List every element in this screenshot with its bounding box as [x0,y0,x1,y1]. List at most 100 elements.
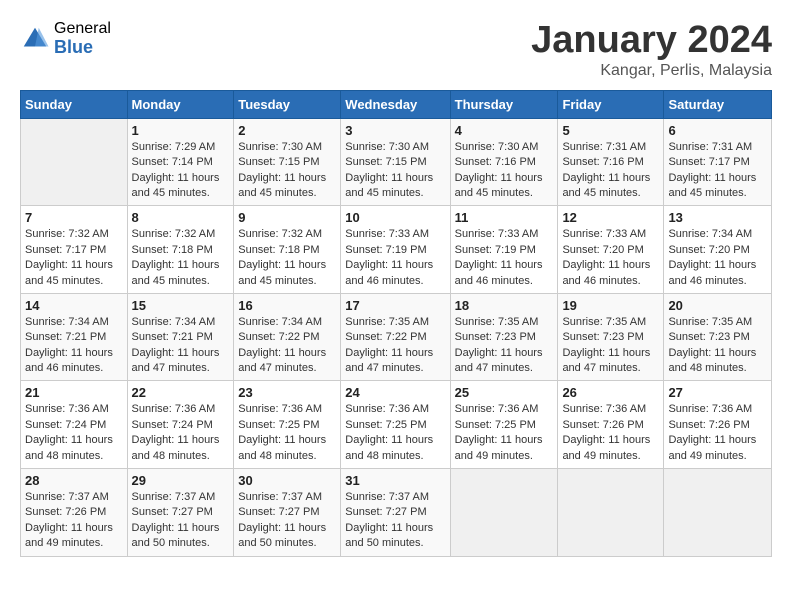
day-info: Sunrise: 7:32 AM Sunset: 7:18 PM Dayligh… [238,227,336,289]
day-info: Sunrise: 7:34 AM Sunset: 7:21 PM Dayligh… [132,315,230,377]
day-info: Sunrise: 7:36 AM Sunset: 7:25 PM Dayligh… [345,402,445,464]
day-cell: 1 Sunrise: 7:29 AM Sunset: 7:14 PM Daylig… [127,118,234,206]
day-number: 29 [132,473,230,488]
week-row-3: 14 Sunrise: 7:34 AM Sunset: 7:21 PM Dayli… [21,293,772,381]
day-cell: 25 Sunrise: 7:36 AM Sunset: 7:25 PM Dayli… [450,381,558,469]
day-info: Sunrise: 7:34 AM Sunset: 7:20 PM Dayligh… [668,227,767,289]
day-info: Sunrise: 7:37 AM Sunset: 7:27 PM Dayligh… [345,490,445,552]
day-cell: 7 Sunrise: 7:32 AM Sunset: 7:17 PM Daylig… [21,206,128,294]
week-row-4: 21 Sunrise: 7:36 AM Sunset: 7:24 PM Dayli… [21,381,772,469]
col-header-friday: Friday [558,90,664,118]
day-cell [450,469,558,557]
day-cell: 14 Sunrise: 7:34 AM Sunset: 7:21 PM Dayli… [21,293,128,381]
day-cell: 20 Sunrise: 7:35 AM Sunset: 7:23 PM Dayli… [664,293,772,381]
day-number: 12 [562,210,659,225]
day-cell [558,469,664,557]
day-number: 9 [238,210,336,225]
day-number: 2 [238,123,336,138]
day-info: Sunrise: 7:35 AM Sunset: 7:23 PM Dayligh… [455,315,554,377]
day-number: 8 [132,210,230,225]
column-headers: SundayMondayTuesdayWednesdayThursdayFrid… [21,90,772,118]
day-info: Sunrise: 7:36 AM Sunset: 7:24 PM Dayligh… [25,402,123,464]
day-cell [664,469,772,557]
day-cell: 6 Sunrise: 7:31 AM Sunset: 7:17 PM Daylig… [664,118,772,206]
day-cell: 31Sunrise: 7:37 AM Sunset: 7:27 PM Dayli… [341,469,450,557]
logo: General Blue [20,20,111,57]
day-info: Sunrise: 7:30 AM Sunset: 7:15 PM Dayligh… [238,140,336,202]
calendar-subtitle: Kangar, Perlis, Malaysia [531,62,772,80]
day-cell: 12Sunrise: 7:33 AM Sunset: 7:20 PM Dayli… [558,206,664,294]
col-header-thursday: Thursday [450,90,558,118]
day-number: 22 [132,385,230,400]
week-row-5: 28 Sunrise: 7:37 AM Sunset: 7:26 PM Dayli… [21,469,772,557]
day-info: Sunrise: 7:36 AM Sunset: 7:25 PM Dayligh… [238,402,336,464]
day-number: 27 [668,385,767,400]
day-cell: 10Sunrise: 7:33 AM Sunset: 7:19 PM Dayli… [341,206,450,294]
day-cell: 23 Sunrise: 7:36 AM Sunset: 7:25 PM Dayli… [234,381,341,469]
day-number: 4 [455,123,554,138]
day-cell: 26 Sunrise: 7:36 AM Sunset: 7:26 PM Dayli… [558,381,664,469]
page-header: General Blue January 2024 Kangar, Perlis… [20,20,772,80]
day-number: 20 [668,298,767,313]
day-info: Sunrise: 7:32 AM Sunset: 7:17 PM Dayligh… [25,227,123,289]
day-info: Sunrise: 7:33 AM Sunset: 7:19 PM Dayligh… [455,227,554,289]
day-cell: 19 Sunrise: 7:35 AM Sunset: 7:23 PM Dayli… [558,293,664,381]
day-info: Sunrise: 7:31 AM Sunset: 7:17 PM Dayligh… [668,140,767,202]
day-number: 14 [25,298,123,313]
day-info: Sunrise: 7:36 AM Sunset: 7:26 PM Dayligh… [562,402,659,464]
calendar-body: 1 Sunrise: 7:29 AM Sunset: 7:14 PM Daylig… [21,118,772,556]
day-info: Sunrise: 7:32 AM Sunset: 7:18 PM Dayligh… [132,227,230,289]
day-number: 19 [562,298,659,313]
day-cell: 11Sunrise: 7:33 AM Sunset: 7:19 PM Dayli… [450,206,558,294]
day-cell: 22 Sunrise: 7:36 AM Sunset: 7:24 PM Dayli… [127,381,234,469]
col-header-wednesday: Wednesday [341,90,450,118]
day-number: 6 [668,123,767,138]
day-number: 18 [455,298,554,313]
day-number: 16 [238,298,336,313]
day-number: 17 [345,298,445,313]
day-info: Sunrise: 7:31 AM Sunset: 7:16 PM Dayligh… [562,140,659,202]
day-info: Sunrise: 7:37 AM Sunset: 7:27 PM Dayligh… [132,490,230,552]
day-info: Sunrise: 7:35 AM Sunset: 7:23 PM Dayligh… [562,315,659,377]
day-number: 15 [132,298,230,313]
title-block: January 2024 Kangar, Perlis, Malaysia [531,20,772,80]
day-cell: 29 Sunrise: 7:37 AM Sunset: 7:27 PM Dayli… [127,469,234,557]
logo-general: General [54,20,111,38]
day-cell: 17 Sunrise: 7:35 AM Sunset: 7:22 PM Dayli… [341,293,450,381]
calendar-table: SundayMondayTuesdayWednesdayThursdayFrid… [20,90,772,557]
day-number: 26 [562,385,659,400]
day-number: 5 [562,123,659,138]
col-header-tuesday: Tuesday [234,90,341,118]
day-number: 23 [238,385,336,400]
day-number: 7 [25,210,123,225]
day-cell: 30Sunrise: 7:37 AM Sunset: 7:27 PM Dayli… [234,469,341,557]
day-number: 28 [25,473,123,488]
day-cell: 4Sunrise: 7:30 AM Sunset: 7:16 PM Daylig… [450,118,558,206]
logo-icon [20,24,50,54]
day-number: 21 [25,385,123,400]
day-info: Sunrise: 7:35 AM Sunset: 7:23 PM Dayligh… [668,315,767,377]
day-info: Sunrise: 7:34 AM Sunset: 7:21 PM Dayligh… [25,315,123,377]
day-number: 25 [455,385,554,400]
day-info: Sunrise: 7:35 AM Sunset: 7:22 PM Dayligh… [345,315,445,377]
day-cell: 9 Sunrise: 7:32 AM Sunset: 7:18 PM Daylig… [234,206,341,294]
day-cell: 8 Sunrise: 7:32 AM Sunset: 7:18 PM Daylig… [127,206,234,294]
day-info: Sunrise: 7:29 AM Sunset: 7:14 PM Dayligh… [132,140,230,202]
day-info: Sunrise: 7:33 AM Sunset: 7:19 PM Dayligh… [345,227,445,289]
day-info: Sunrise: 7:36 AM Sunset: 7:24 PM Dayligh… [132,402,230,464]
day-info: Sunrise: 7:37 AM Sunset: 7:26 PM Dayligh… [25,490,123,552]
logo-text: General Blue [54,20,111,57]
day-cell: 24Sunrise: 7:36 AM Sunset: 7:25 PM Dayli… [341,381,450,469]
logo-blue-text: Blue [54,38,111,58]
week-row-2: 7 Sunrise: 7:32 AM Sunset: 7:17 PM Daylig… [21,206,772,294]
day-cell: 28 Sunrise: 7:37 AM Sunset: 7:26 PM Dayli… [21,469,128,557]
day-number: 1 [132,123,230,138]
day-info: Sunrise: 7:36 AM Sunset: 7:26 PM Dayligh… [668,402,767,464]
day-cell [21,118,128,206]
week-row-1: 1 Sunrise: 7:29 AM Sunset: 7:14 PM Daylig… [21,118,772,206]
day-cell: 3Sunrise: 7:30 AM Sunset: 7:15 PM Daylig… [341,118,450,206]
day-cell: 2 Sunrise: 7:30 AM Sunset: 7:15 PM Daylig… [234,118,341,206]
day-cell: 15 Sunrise: 7:34 AM Sunset: 7:21 PM Dayli… [127,293,234,381]
day-info: Sunrise: 7:36 AM Sunset: 7:25 PM Dayligh… [455,402,554,464]
day-cell: 18 Sunrise: 7:35 AM Sunset: 7:23 PM Dayli… [450,293,558,381]
